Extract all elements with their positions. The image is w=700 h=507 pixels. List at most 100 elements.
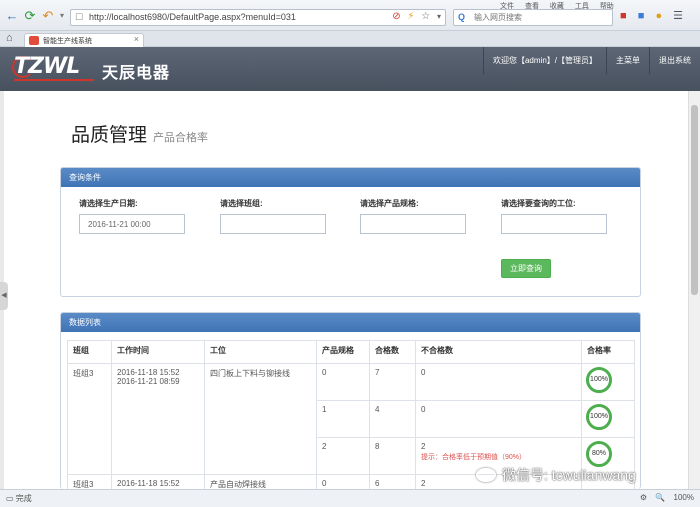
- cell-rate: 100%: [581, 363, 635, 401]
- cell-pass: 8: [369, 437, 416, 475]
- cell-spec: 2: [316, 437, 370, 475]
- status-page-icon: ▭: [6, 494, 14, 503]
- menu-icon[interactable]: ☰: [673, 10, 683, 22]
- tab-favicon-icon: [29, 36, 39, 45]
- app-header: TZWL 天辰电器 欢迎您【admin】/【管理员】 主菜单 退出系统: [0, 47, 700, 91]
- logo-underline: [14, 79, 94, 81]
- col-rate: 合格率: [581, 340, 635, 364]
- cell-fail: 0: [415, 363, 582, 401]
- browser-search[interactable]: Q: [453, 9, 613, 26]
- wechat-watermark: 微信号: tcwulianwang: [476, 465, 636, 485]
- user-label: 欢迎您【admin】/【管理员】: [482, 47, 606, 74]
- tools-red-icon[interactable]: ■: [620, 10, 627, 22]
- cell-spec: 1: [316, 400, 370, 438]
- col-team: 班组: [67, 340, 112, 364]
- cell-fail: 0: [415, 400, 582, 438]
- security-icon[interactable]: ⚙: [640, 493, 647, 502]
- bolt-icon[interactable]: ⚡: [407, 11, 414, 22]
- low-rate-hint: 提示：合格率低于预期值（90%）: [421, 454, 527, 461]
- query-panel: 查询条件 请选择生产日期: 请选择班组: 请选择产品规格: 请选择要查询的工位:…: [60, 167, 641, 297]
- tools-blue-icon[interactable]: ■: [638, 10, 645, 22]
- browser-right-tools: ■ ■ ● ☰: [620, 9, 691, 22]
- page-content: 品质管理产品合格率 查询条件 请选择生产日期: 请选择班组: 请选择产品规格: …: [4, 91, 688, 489]
- vertical-scrollbar[interactable]: [688, 91, 700, 489]
- page-icon: ☐: [75, 12, 84, 22]
- cell-pass: 6: [369, 474, 416, 489]
- col-spec: 产品规格: [316, 340, 370, 364]
- url-text: http://localhost6980/DefaultPage.aspx?me…: [89, 12, 296, 22]
- query-button[interactable]: 立即查询: [501, 259, 551, 278]
- time-start: 2016-11-18 15:52: [117, 368, 180, 377]
- data-panel: 数据列表 班组 工作时间 工位 产品规格 合格数 不合格数 合格率 班组3 20…: [60, 312, 641, 489]
- table-row: 班组3 2016-11-18 15:52 2016-11-21 08:59 四门…: [67, 363, 635, 475]
- dropdown-icon[interactable]: ▾: [437, 12, 441, 21]
- date-label: 请选择生产日期:: [79, 199, 138, 208]
- col-pass: 合格数: [369, 340, 416, 364]
- header-links: 欢迎您【admin】/【管理员】 主菜单 退出系统: [482, 47, 700, 74]
- cell-pass: 4: [369, 400, 416, 438]
- col-station: 工位: [204, 340, 317, 364]
- menu-help[interactable]: 帮助: [600, 3, 614, 10]
- team-label: 请选择班组:: [220, 199, 263, 208]
- date-field[interactable]: [79, 214, 185, 234]
- cell-spec: 0: [316, 363, 370, 401]
- team-field[interactable]: [220, 214, 326, 234]
- block-icon[interactable]: ⊘: [392, 11, 400, 22]
- cell-pass: 7: [369, 363, 416, 401]
- star-icon[interactable]: ☆: [421, 11, 430, 22]
- tools-orange-icon[interactable]: ●: [655, 10, 662, 22]
- watermark-text: 微信号: tcwulianwang: [502, 467, 636, 483]
- browser-menu: 文件 查看 收藏 工具 帮助: [500, 1, 623, 11]
- cell-station: 四门板上下料与铆接线: [204, 363, 317, 475]
- close-icon[interactable]: ×: [134, 34, 139, 44]
- sidebar-toggle-handle[interactable]: ◀: [0, 282, 8, 310]
- status-right: ⚙ 🔍 100%: [634, 493, 694, 502]
- menu-view[interactable]: 查看: [525, 3, 539, 10]
- rate-ring: 80%: [586, 441, 612, 467]
- rate-ring: 100%: [586, 367, 612, 393]
- tab-title: 智能生产线系统: [43, 38, 92, 45]
- spec-label: 请选择产品规格:: [360, 199, 419, 208]
- browser-search-input[interactable]: [454, 10, 584, 25]
- page-subtitle: 产品合格率: [153, 132, 209, 144]
- brand-name: 天辰电器: [102, 65, 171, 82]
- cell-team: 班组3: [67, 363, 112, 475]
- cell-spec: 0: [316, 474, 370, 489]
- refresh-icon[interactable]: ⟳: [22, 8, 38, 24]
- browser-tab[interactable]: 智能生产线系统 ×: [24, 33, 144, 47]
- cell-time: 2016-11-18 15:52: [111, 474, 205, 489]
- main-menu-link[interactable]: 主菜单: [606, 47, 649, 74]
- cell-rate: 100%: [581, 400, 635, 438]
- col-fail: 不合格数: [415, 340, 582, 364]
- menu-tools[interactable]: 工具: [575, 3, 589, 10]
- scrollbar-thumb[interactable]: [691, 105, 698, 295]
- status-bar: ▭ 完成 ⚙ 🔍 100%: [0, 489, 700, 507]
- fail-count: 2: [421, 442, 426, 451]
- address-bar[interactable]: ☐ http://localhost6980/DefaultPage.aspx?…: [70, 9, 446, 26]
- spec-field[interactable]: [360, 214, 466, 234]
- logout-link[interactable]: 退出系统: [649, 47, 700, 74]
- station-label: 请选择要查询的工位:: [501, 199, 576, 208]
- data-panel-title: 数据列表: [61, 313, 640, 332]
- menu-file[interactable]: 文件: [500, 3, 514, 10]
- status-text: ▭ 完成: [6, 493, 32, 504]
- wechat-icon: [476, 468, 496, 482]
- home-icon[interactable]: ⌂: [6, 32, 13, 44]
- rate-ring: 100%: [586, 404, 612, 430]
- tab-strip: ⌂ 智能生产线系统 ×: [0, 31, 700, 47]
- time-end: 2016-11-21 08:59: [117, 377, 180, 386]
- station-field[interactable]: [501, 214, 607, 234]
- cell-team: 班组3: [67, 474, 112, 489]
- col-time: 工作时间: [111, 340, 205, 364]
- chevron-down-icon[interactable]: ▾: [54, 8, 70, 24]
- page-title: 品质管理 产品合格率: [71, 120, 208, 147]
- zoom-icon[interactable]: 🔍: [655, 493, 665, 502]
- back-arrow-icon[interactable]: ←: [4, 8, 20, 24]
- browser-toolbar: ← ⟳ ↶ ▾ ☐ http://localhost6980/DefaultPa…: [0, 0, 700, 31]
- zoom-level[interactable]: 100%: [674, 493, 694, 502]
- table-header-row: 班组 工作时间 工位 产品规格 合格数 不合格数 合格率: [67, 340, 635, 364]
- menu-favorites[interactable]: 收藏: [550, 3, 564, 10]
- status-label: 完成: [15, 494, 32, 503]
- page-title-main: 品质管理: [71, 125, 148, 146]
- query-panel-title: 查询条件: [61, 168, 640, 187]
